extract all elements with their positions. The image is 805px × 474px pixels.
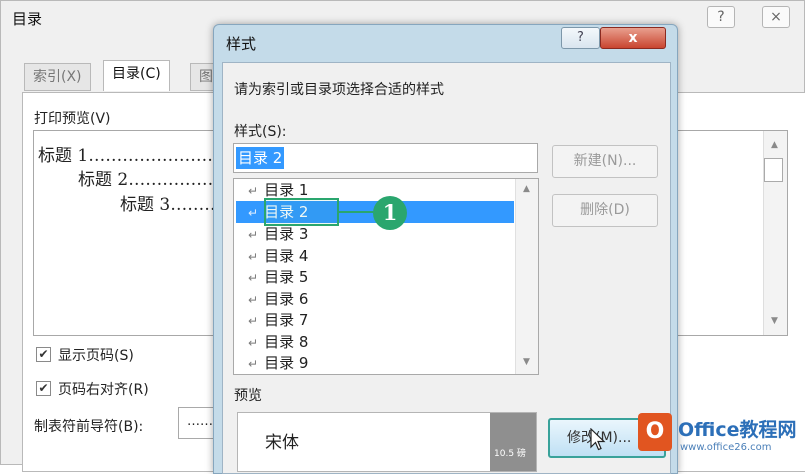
scroll-down-icon[interactable]: ▼ [763, 316, 786, 326]
list-item[interactable]: ↵ 目录 3 [234, 223, 308, 245]
toc-window-title: 目录 [12, 10, 43, 28]
right-align-checkbox[interactable]: ✔ [36, 381, 51, 396]
office-logo-icon: O [638, 413, 672, 451]
show-page-numbers-checkbox[interactable]: ✔ [36, 347, 51, 362]
preview-scroll-thumb[interactable] [764, 158, 783, 182]
preview-size-bar [490, 413, 536, 471]
return-icon: ↵ [248, 336, 259, 350]
print-preview-label: 打印预览(V) [34, 111, 111, 127]
list-item-label: 目录 9 [264, 354, 309, 372]
return-icon: ↵ [248, 184, 259, 198]
list-item-label: 目录 6 [264, 290, 309, 308]
callout-connector [339, 211, 374, 213]
callout-highlight-box [264, 198, 339, 226]
style-name-input-value[interactable]: 目录 2 [236, 147, 285, 169]
style-dialog-title: 样式 [226, 35, 257, 53]
list-item[interactable]: ↵ 目录 7 [234, 309, 308, 331]
list-item[interactable]: ↵ 目录 8 [234, 331, 308, 353]
list-item[interactable]: ↵ 目录 5 [234, 266, 308, 288]
tab-leader-label-text: 制表符前导符(B): [34, 419, 144, 435]
list-item-label: 目录 4 [264, 247, 309, 265]
style-field-label: 样式(S): [234, 124, 287, 140]
scroll-up-icon[interactable]: ▲ [763, 140, 786, 150]
return-icon: ↵ [248, 357, 259, 371]
tab-index[interactable]: 索引(X) [24, 63, 91, 91]
step-number-badge: 1 [373, 196, 407, 230]
list-item-label: 目录 7 [264, 311, 309, 329]
toc-close-button[interactable]: × [762, 6, 790, 28]
preview-font-size: 10.5 磅 [494, 449, 526, 459]
list-item-label: 目录 1 [264, 181, 309, 199]
watermark-brand: Office教程网 [678, 419, 797, 441]
dialog-help-button[interactable]: ? [561, 27, 600, 49]
return-icon: ↵ [248, 271, 259, 285]
return-icon: ↵ [248, 250, 259, 264]
return-icon: ↵ [248, 314, 259, 328]
show-page-numbers-label: 显示页码(S) [58, 348, 134, 364]
list-scroll-down-icon[interactable]: ▼ [515, 357, 538, 367]
dialog-close-button[interactable]: x [600, 27, 666, 49]
list-scroll-up-icon[interactable]: ▲ [515, 184, 538, 194]
dialog-instruction: 请为索引或目录项选择合适的样式 [234, 82, 444, 98]
tab-toc[interactable]: 目录(C) [103, 60, 170, 91]
list-item-label: 目录 5 [264, 268, 309, 286]
list-item[interactable]: ↵ 目录 6 [234, 288, 308, 310]
toc-help-button[interactable]: ? [707, 6, 735, 28]
preview-heading-1: 标题 1……………………… [38, 146, 242, 166]
preview-font-name: 宋体 [265, 433, 299, 453]
mouse-cursor-icon [590, 428, 606, 451]
watermark-url: www.office26.com [680, 442, 772, 453]
return-icon: ↵ [248, 206, 259, 220]
style-list-scrollbar[interactable] [515, 179, 538, 374]
list-item-label: 目录 8 [264, 333, 309, 351]
list-item-label: 目录 3 [264, 225, 309, 243]
list-item[interactable]: ↵ 目录 4 [234, 245, 308, 267]
preview-label: 预览 [234, 388, 262, 404]
right-align-label: 页码右对齐(R) [58, 382, 149, 398]
list-item[interactable]: ↵ 目录 9 [234, 352, 308, 374]
return-icon: ↵ [248, 293, 259, 307]
return-icon: ↵ [248, 228, 259, 242]
delete-style-button[interactable]: 删除(D) [552, 194, 658, 227]
new-style-button[interactable]: 新建(N)... [552, 145, 658, 178]
